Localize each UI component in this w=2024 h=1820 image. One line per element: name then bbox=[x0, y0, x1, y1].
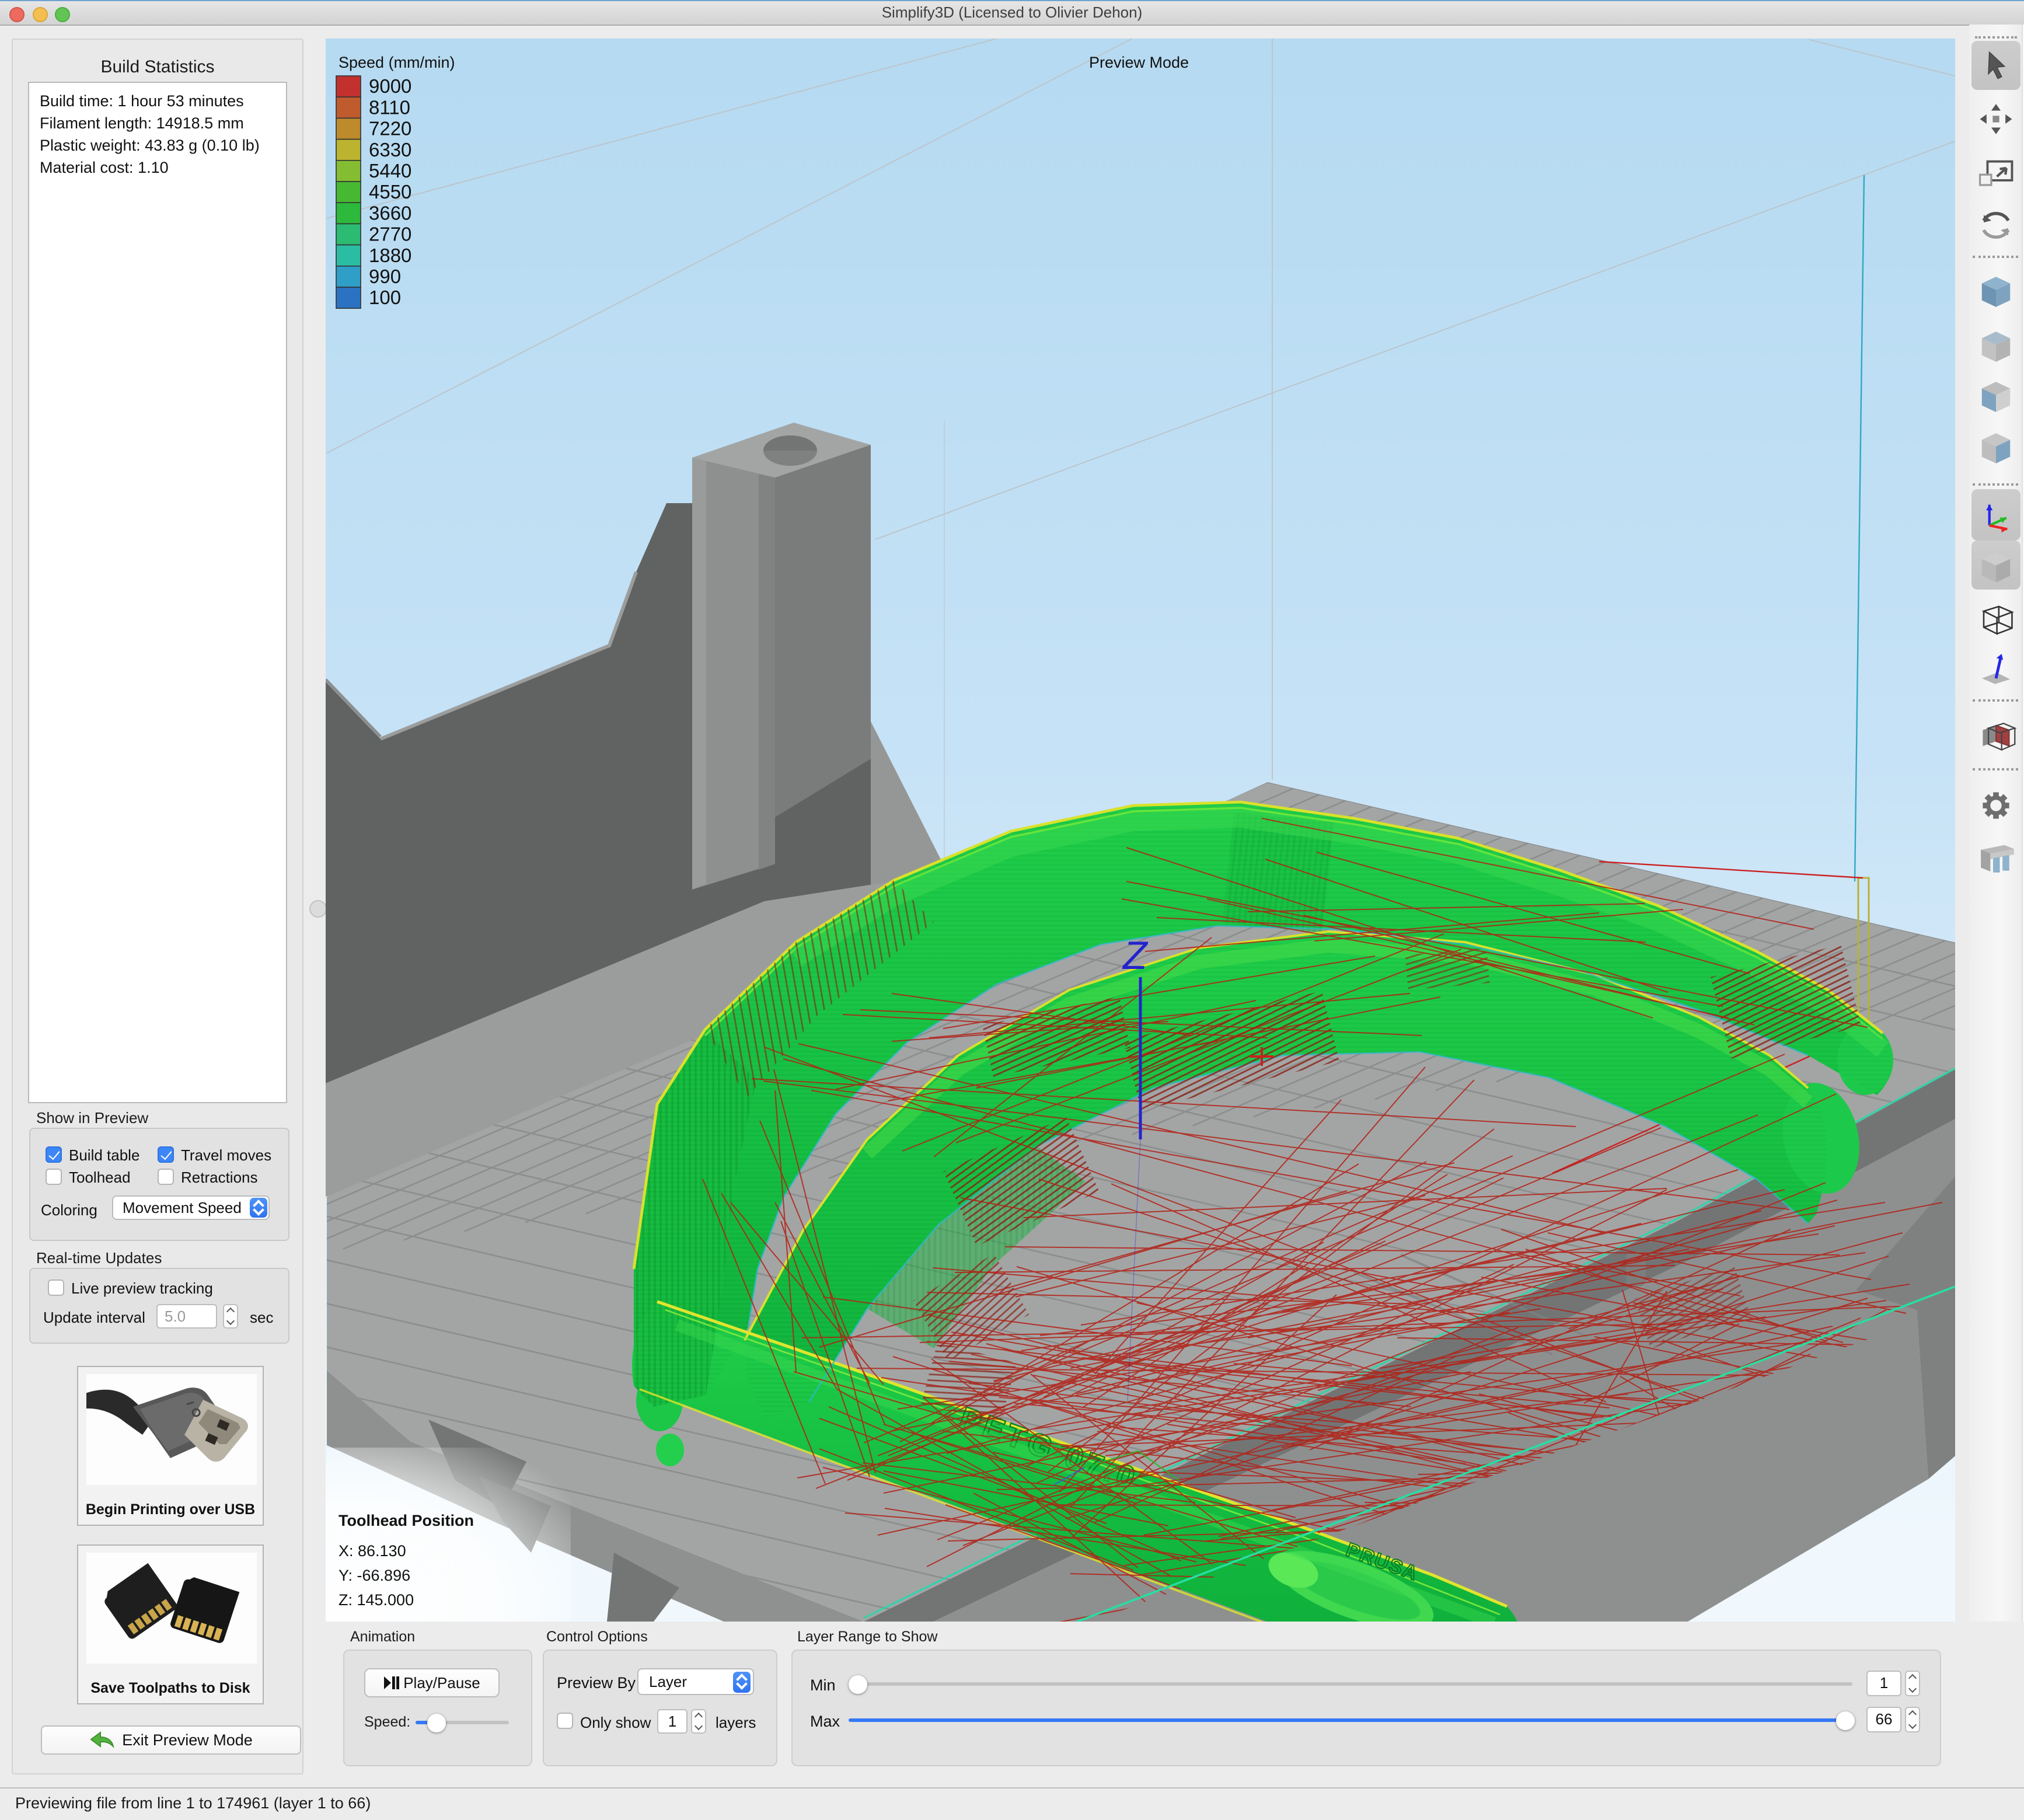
svg-text:Z: 145.000: Z: 145.000 bbox=[339, 1591, 414, 1609]
svg-text:Z: Z bbox=[1122, 933, 1149, 978]
svg-text:6330: 6330 bbox=[369, 139, 411, 161]
svg-text:8110: 8110 bbox=[369, 96, 410, 118]
svg-text:Preview Mode: Preview Mode bbox=[1089, 54, 1189, 71]
svg-text:1880: 1880 bbox=[369, 245, 411, 266]
svg-text:9000: 9000 bbox=[369, 75, 411, 97]
svg-text:990: 990 bbox=[369, 266, 401, 287]
svg-text:Y: -66.896: Y: -66.896 bbox=[339, 1567, 410, 1584]
svg-text:2770: 2770 bbox=[369, 224, 411, 245]
svg-text:7220: 7220 bbox=[369, 118, 411, 140]
svg-text:3660: 3660 bbox=[369, 202, 411, 224]
svg-text:Speed (mm/min): Speed (mm/min) bbox=[339, 54, 455, 71]
svg-text:100: 100 bbox=[369, 287, 401, 308]
svg-text:4550: 4550 bbox=[369, 181, 411, 203]
svg-text:X: 86.130: X: 86.130 bbox=[339, 1542, 406, 1560]
svg-text:Toolhead Position: Toolhead Position bbox=[339, 1512, 474, 1529]
svg-text:5440: 5440 bbox=[369, 160, 411, 182]
